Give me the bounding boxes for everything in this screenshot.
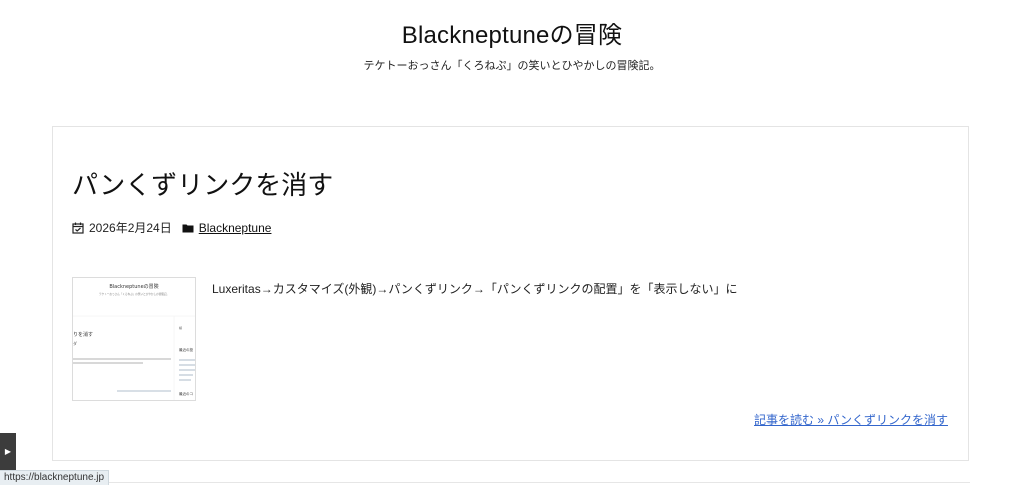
divider: [0, 482, 970, 483]
thumb-side-head-2: 最近のコ: [179, 391, 193, 396]
post-title[interactable]: パンくずリンクを消す: [72, 165, 333, 202]
svg-text:検: 検: [179, 325, 182, 330]
read-more-link[interactable]: 記事を読む » パンくずリンクを消す: [754, 411, 948, 428]
post-thumbnail[interactable]: Blackneptuneの冒険 テケトーおっさん「くろねぷ」の笑いとひやかしの冒…: [72, 277, 196, 401]
status-bar-url: https://blackneptune.jp: [0, 470, 110, 485]
folder-icon: [182, 222, 194, 234]
category-link[interactable]: Blackneptune: [199, 221, 272, 235]
post-meta: 2026年2月24日 Blackneptune: [72, 219, 271, 236]
post-card: パンくずリンクを消す 2026年2月24日 Blackneptune Black…: [52, 126, 969, 461]
thumb-side-head: 最近の投: [179, 347, 193, 352]
thumb-post-title: りを消す: [73, 331, 93, 338]
sidebar-toggle-button[interactable]: ▶: [0, 433, 16, 470]
play-icon: ▶: [4, 447, 12, 456]
post-excerpt: Luxeritas→カスタマイズ(外観)→パンくずリンク→「パンくずリンクの配置…: [212, 282, 738, 296]
site-description: テケトーおっさん「くろねぷ」の笑いとひやかしの冒険記。: [363, 60, 661, 72]
thumb-tagline: テケトーおっさん「くろねぷ」の笑いとひやかしの冒険記。: [99, 292, 169, 296]
svg-text:ダ: ダ: [73, 340, 77, 346]
site-title[interactable]: Blackneptuneの冒険: [0, 15, 1024, 50]
post-date: 2026年2月24日: [89, 221, 172, 235]
thumb-site-title: Blackneptuneの冒険: [109, 283, 158, 290]
calendar-icon: [72, 222, 84, 234]
